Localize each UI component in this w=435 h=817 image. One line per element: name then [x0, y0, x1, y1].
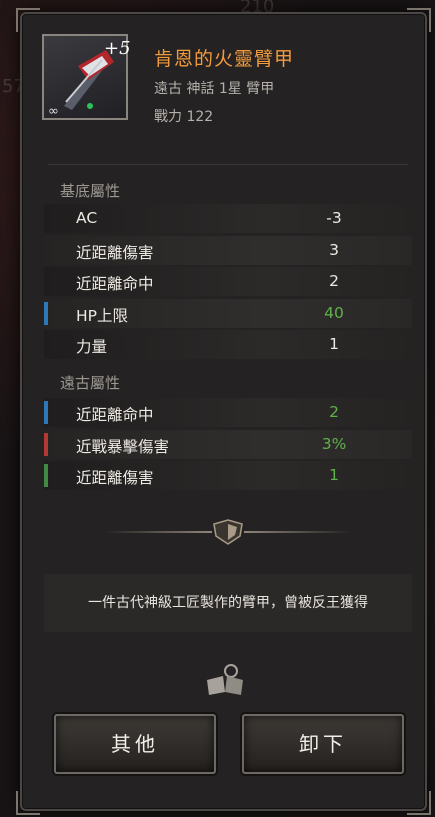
stat-row: 力量 1 [44, 330, 412, 359]
stat-row: 近戰暴擊傷害 3% [44, 429, 412, 459]
stat-row: 近距離傷害 3 [44, 235, 412, 265]
item-power: 戰力 122 [154, 109, 214, 125]
stat-row: AC -3 [44, 204, 412, 233]
stat-label: HP上限 [76, 306, 129, 325]
stat-marker [44, 301, 48, 325]
codex-book-icon[interactable] [205, 662, 245, 696]
stat-value: 3 [329, 240, 339, 259]
stat-row: 近距離命中 2 [44, 398, 412, 427]
stat-row: 近距離傷害 1 [44, 461, 412, 490]
corner-ornament [16, 791, 40, 815]
item-type-line: 遠古 神話 1星 臂甲 [154, 81, 275, 97]
stat-value: 1 [329, 466, 339, 484]
stat-value: 40 [324, 303, 344, 322]
corner-ornament [407, 8, 431, 32]
stat-marker [44, 432, 48, 456]
base-attributes-title: 基底屬性 [60, 182, 121, 200]
stat-marker [44, 464, 48, 487]
enhance-level: +5 [104, 38, 131, 59]
stat-label: 近距離傷害 [76, 243, 154, 262]
stat-value: 1 [329, 335, 339, 353]
item-detail-panel: +5 ∞ 肯恩的火靈臂甲 遠古 神話 1星 臂甲 戰力 122 基底屬性 AC -… [16, 8, 431, 815]
stat-label: 近距離傷害 [76, 469, 154, 487]
stat-value: 3% [321, 434, 347, 453]
item-icon[interactable]: +5 ∞ [42, 34, 131, 120]
stat-row: HP上限 40 [44, 298, 412, 328]
stat-marker [44, 401, 48, 424]
stat-value: -3 [326, 209, 342, 227]
corner-ornament [16, 8, 40, 32]
stat-value: 2 [329, 403, 339, 421]
other-button[interactable]: 其他 [54, 714, 216, 774]
stat-label: 近戰暴擊傷害 [76, 437, 170, 456]
corner-ornament [407, 791, 431, 815]
link-chain-icon: ∞ [48, 104, 59, 119]
stat-label: 近距離命中 [76, 406, 154, 424]
stat-value: 2 [329, 272, 339, 290]
stat-label: AC [76, 209, 98, 227]
shield-emblem-icon [104, 519, 352, 545]
ancient-attributes-title: 遠古屬性 [60, 374, 121, 392]
divider [48, 164, 408, 165]
stat-label: 近距離命中 [76, 275, 154, 293]
item-description: 一件古代神級工匠製作的臂甲，曾被反王獲得 [44, 574, 412, 632]
stat-row: 近距離命中 2 [44, 267, 412, 296]
unequip-button[interactable]: 卸下 [242, 714, 404, 774]
stat-label: 力量 [76, 338, 108, 356]
item-name: 肯恩的火靈臂甲 [154, 48, 295, 70]
